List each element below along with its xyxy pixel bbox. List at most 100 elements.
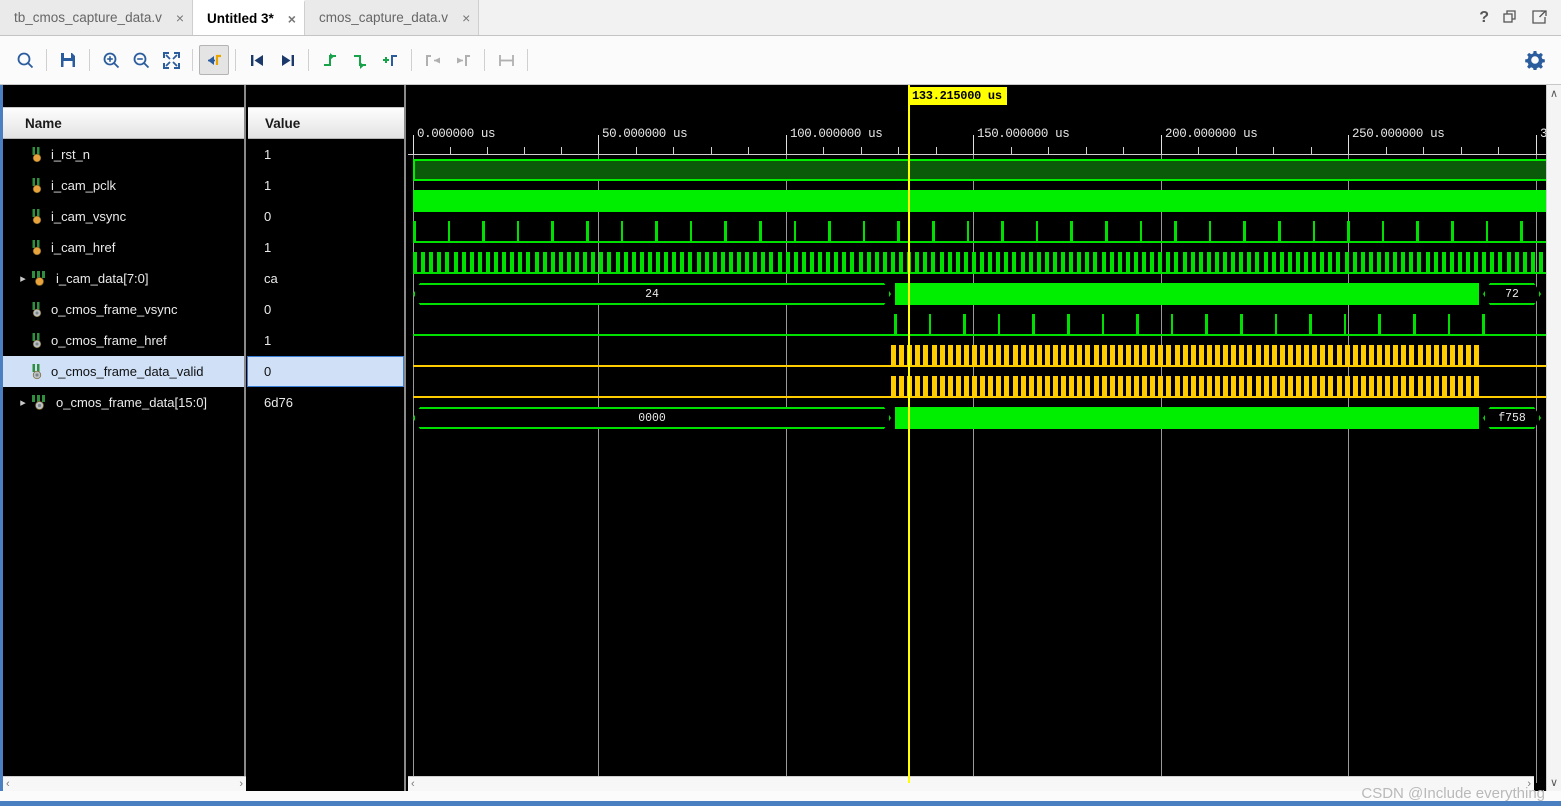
scroll-right-arrow[interactable]: › (239, 778, 243, 790)
toolbar-separator (235, 49, 236, 71)
signal-value-o_cmos_frame_data150[interactable]: 6d76 (248, 387, 404, 418)
scroll-left-arrow[interactable]: ‹ (6, 778, 10, 790)
wave-pulse (1401, 376, 1407, 398)
zoom-out-icon[interactable] (126, 45, 156, 75)
signal-value-i_cam_vsync[interactable]: 0 (248, 201, 404, 232)
wave-row-o_cmos_frame_href[interactable] (408, 341, 1549, 372)
tab-close-icon[interactable]: × (176, 10, 184, 26)
wave-pulse (1425, 345, 1431, 367)
wave-pulse (1028, 376, 1034, 398)
signal-value-i_rst_n[interactable]: 1 (248, 139, 404, 170)
tab-0[interactable]: tb_cmos_capture_data.v × (0, 0, 194, 35)
name-pane-hscrollbar[interactable]: ‹ › (3, 776, 246, 791)
signal-row-o_cmos_frame_data150[interactable]: ▸ o_cmos_frame_data[15:0] (3, 387, 244, 418)
float-icon[interactable] (1532, 10, 1547, 25)
time-cursor[interactable] (908, 85, 910, 783)
previous-transition-icon[interactable] (242, 45, 272, 75)
scroll-up-arrow[interactable]: ∧ (1550, 85, 1558, 100)
wave-pane-hscrollbar[interactable]: ‹ › (408, 776, 1534, 791)
wave-pulse (1206, 252, 1211, 274)
wave-pulse (1393, 345, 1399, 367)
goto-marker-right-icon[interactable] (448, 45, 478, 75)
name-column-header[interactable]: Name (3, 107, 244, 139)
signal-row-i_rst_n[interactable]: i_rst_n (3, 139, 244, 170)
wave-pulse (1158, 345, 1164, 367)
wave-pulse (1101, 376, 1107, 398)
wave-pulse (1053, 345, 1058, 367)
snap-to-transition-icon[interactable] (199, 45, 229, 75)
wave-row-o_cmos_frame_data_valid[interactable] (408, 372, 1549, 403)
wave-row-i_rst_n[interactable] (408, 155, 1549, 186)
signal-name-label: o_cmos_frame_data_valid (51, 364, 204, 379)
signal-value-o_cmos_frame_vsync[interactable]: 0 (248, 294, 404, 325)
signal-row-o_cmos_frame_vsync[interactable]: o_cmos_frame_vsync (3, 294, 244, 325)
toolbar-separator (308, 49, 309, 71)
save-icon[interactable] (53, 45, 83, 75)
scroll-down-arrow[interactable]: ∨ (1550, 776, 1558, 791)
wave-pulse (1279, 376, 1285, 398)
wave-rows-area[interactable]: 24 72 0000 f758 (408, 85, 1549, 791)
tab-1[interactable]: Untitled 3* × (193, 0, 305, 35)
wave-baseline (413, 241, 1546, 243)
signal-value-i_cam_href[interactable]: 1 (248, 232, 404, 263)
wave-row-o_cmos_frame_vsync[interactable] (408, 310, 1549, 341)
zoom-fit-icon[interactable] (156, 45, 186, 75)
wave-pulse (988, 376, 994, 398)
wave-pulse (534, 252, 539, 274)
wave-row-i_cam_vsync[interactable] (408, 217, 1549, 248)
add-marker-prev-icon[interactable] (315, 45, 345, 75)
value-pane-topstrip (248, 85, 404, 107)
signal-value-o_cmos_frame_href[interactable]: 1 (248, 325, 404, 356)
add-marker-next-icon[interactable] (345, 45, 375, 75)
signal-value-o_cmos_frame_data_valid[interactable]: 0 (247, 356, 404, 387)
wave-pulse (1381, 221, 1385, 243)
wave-pulse (793, 252, 798, 274)
wave-pulse (1150, 252, 1155, 274)
signal-row-i_cam_pclk[interactable]: i_cam_pclk (3, 170, 244, 201)
tab-close-icon[interactable]: × (462, 10, 470, 26)
wave-pulse (1012, 345, 1018, 367)
expand-arrow-icon[interactable]: ▸ (15, 396, 31, 409)
wave-pulse (785, 252, 790, 274)
help-icon[interactable]: ? (1479, 9, 1489, 27)
signal-row-i_cam_href[interactable]: i_cam_href (3, 232, 244, 263)
goto-marker-left-icon[interactable] (418, 45, 448, 75)
gear-icon[interactable] (1521, 46, 1549, 74)
wave-pulse (1117, 376, 1123, 398)
wave-pulse (712, 252, 717, 274)
add-marker-icon[interactable] (375, 45, 405, 75)
expand-arrow-icon[interactable]: ▸ (15, 272, 31, 285)
wave-pulse (1449, 345, 1455, 367)
signal-row-o_cmos_frame_data_valid[interactable]: o_cmos_frame_data_valid (3, 356, 244, 387)
tab-2[interactable]: cmos_capture_data.v × (304, 0, 480, 35)
wave-pane[interactable]: 133.215000 us 0.000000 us 50.000000 us 100.… (408, 85, 1549, 791)
value-column-header[interactable]: Value (248, 107, 404, 139)
wave-pane-vscrollbar[interactable]: ∧ ∨ (1546, 85, 1561, 791)
scroll-right-arrow[interactable]: › (1527, 778, 1531, 790)
signal-value-i_cam_data70[interactable]: ca (248, 263, 404, 294)
signal-value-i_cam_pclk[interactable]: 1 (248, 170, 404, 201)
measure-icon[interactable] (491, 45, 521, 75)
wave-pulse (1028, 252, 1033, 274)
wave-pulse (1377, 345, 1382, 367)
signal-row-i_cam_vsync[interactable]: i_cam_vsync (3, 201, 244, 232)
next-transition-icon[interactable] (272, 45, 302, 75)
signal-row-o_cmos_frame_href[interactable]: o_cmos_frame_href (3, 325, 244, 356)
ruler-major-tick (1348, 135, 1349, 155)
wave-row-i_cam_pclk[interactable] (408, 186, 1549, 217)
signal-row-i_cam_data70[interactable]: ▸ i_cam_data[7:0] (3, 263, 244, 294)
wave-row-o_cmos_frame_data150[interactable]: 0000 f758 (408, 403, 1549, 434)
zoom-in-icon[interactable] (96, 45, 126, 75)
tab-close-icon[interactable]: × (288, 11, 296, 27)
signal-name-label: i_cam_vsync (51, 209, 127, 224)
search-icon[interactable] (10, 45, 40, 75)
wave-row-i_cam_href[interactable] (408, 248, 1549, 279)
wave-row-i_cam_data70[interactable]: 24 72 (408, 279, 1549, 310)
time-ruler[interactable]: 0.000000 us 50.000000 us 100.000000 us 150.… (408, 107, 1549, 155)
wave-canvas[interactable]: 133.215000 us 0.000000 us 50.000000 us 100.… (408, 85, 1549, 791)
scroll-left-arrow[interactable]: ‹ (411, 778, 415, 790)
restore-icon[interactable] (1503, 10, 1518, 25)
wave-pulse (1304, 252, 1308, 274)
wave-pulse (1182, 376, 1188, 398)
wave-bus-busy (895, 407, 1479, 429)
